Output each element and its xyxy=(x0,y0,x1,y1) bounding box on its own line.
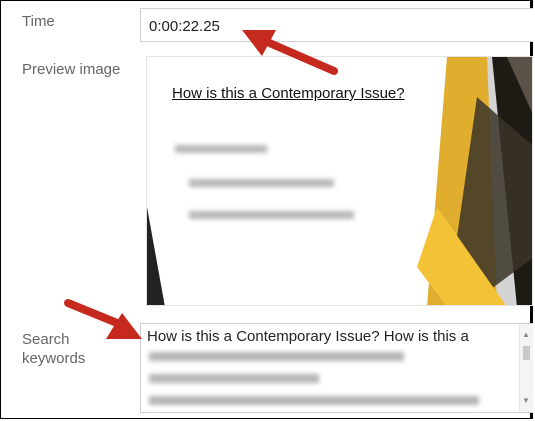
preview-image: How is this a Contemporary Issue? xyxy=(146,56,533,306)
time-value: 0:00:22.25 xyxy=(149,18,220,35)
blurred-keywords xyxy=(149,374,319,383)
preview-image-label: Preview image xyxy=(22,61,121,78)
scroll-up-icon[interactable]: ▲ xyxy=(522,330,530,340)
annotation-arrow-keywords xyxy=(64,299,142,339)
keywords-text: How is this a Contemporary Issue? How is… xyxy=(147,328,469,345)
blurred-keywords xyxy=(149,396,479,405)
scroll-down-icon[interactable]: ▼ xyxy=(522,396,530,406)
slide-title: How is this a Contemporary Issue? xyxy=(172,85,405,102)
blurred-bullet xyxy=(189,179,334,187)
search-keywords-label-line2: keywords xyxy=(22,350,86,367)
blurred-bullet xyxy=(189,211,354,219)
annotation-arrow-time xyxy=(242,30,338,75)
time-label: Time xyxy=(22,13,55,30)
blurred-bullet xyxy=(175,145,267,153)
keywords-scrollbar[interactable]: ▲ ▼ xyxy=(519,324,533,412)
blurred-keywords xyxy=(149,352,404,361)
scrollbar-thumb[interactable] xyxy=(523,346,530,360)
search-keywords-textarea[interactable]: How is this a Contemporary Issue? How is… xyxy=(140,323,533,413)
